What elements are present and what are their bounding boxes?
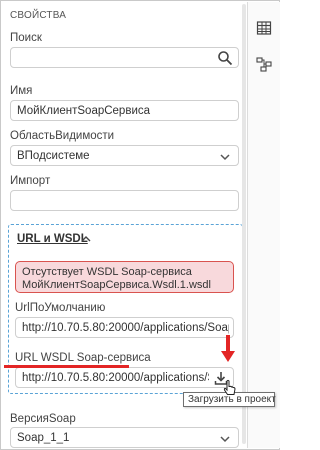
structure-icon[interactable] bbox=[256, 56, 272, 72]
highlight-underline bbox=[4, 365, 129, 368]
chevron-down-icon[interactable] bbox=[217, 431, 233, 447]
import-label: Импорт bbox=[10, 175, 51, 187]
default-url-label: UrlПоУмолчанию bbox=[15, 302, 106, 314]
side-toolbar bbox=[247, 2, 280, 448]
red-arrow bbox=[221, 335, 235, 362]
error-line-1: Отсутствует WSDL Soap-сервиса bbox=[22, 266, 192, 278]
search-icon[interactable] bbox=[217, 50, 233, 66]
scope-select[interactable]: ВПодсистеме bbox=[10, 145, 239, 166]
table-icon[interactable] bbox=[256, 20, 272, 36]
url-wsdl-group-title[interactable]: URL и WSDL bbox=[17, 233, 88, 245]
wsdl-url-field[interactable]: http://10.70.5.80:20000/applications/Soa… bbox=[15, 367, 234, 388]
name-field[interactable]: МойКлиентSoapСервиса bbox=[10, 100, 239, 121]
wsdl-missing-error: Отсутствует WSDL Soap-сервиса МойКлиентS… bbox=[15, 261, 234, 293]
properties-window: СВОЙСТВА Поиск Имя МойКлиентSoapСервиса … bbox=[0, 0, 280, 450]
chevron-down-icon[interactable] bbox=[217, 149, 233, 165]
search-input[interactable] bbox=[10, 47, 239, 68]
name-label: Имя bbox=[10, 85, 33, 97]
scope-label: ОбластьВидимости bbox=[10, 130, 115, 142]
version-value: Soap_1_1 bbox=[17, 432, 70, 444]
panel-title: СВОЙСТВА bbox=[10, 10, 67, 21]
chevron-up-icon[interactable] bbox=[81, 235, 91, 243]
name-value: МойКлиентSoapСервиса bbox=[17, 105, 151, 117]
wsdl-url-value: http://10.70.5.80:20000/applications/Soa… bbox=[22, 372, 209, 384]
wsdl-url-label: URL WSDL Soap-сервиса bbox=[15, 352, 151, 364]
mouse-cursor bbox=[223, 379, 236, 395]
import-field[interactable] bbox=[10, 190, 239, 211]
url-wsdl-group: URL и WSDL Отсутствует WSDL Soap-сервиса… bbox=[8, 224, 243, 394]
default-url-value: http://10.70.5.80:20000/applications/Soa… bbox=[22, 322, 229, 334]
panel-scrollbar[interactable] bbox=[242, 4, 246, 444]
default-url-field[interactable]: http://10.70.5.80:20000/applications/Soa… bbox=[15, 317, 234, 338]
version-label: ВерсияSoap bbox=[10, 413, 76, 425]
scope-value: ВПодсистеме bbox=[17, 150, 90, 162]
properties-panel: СВОЙСТВА Поиск Имя МойКлиентSoapСервиса … bbox=[2, 2, 246, 448]
version-select[interactable]: Soap_1_1 bbox=[10, 427, 239, 448]
search-label: Поиск bbox=[10, 32, 42, 44]
error-line-2: МойКлиентSoapСервиса.Wsdl.1.wsdl bbox=[22, 279, 211, 291]
